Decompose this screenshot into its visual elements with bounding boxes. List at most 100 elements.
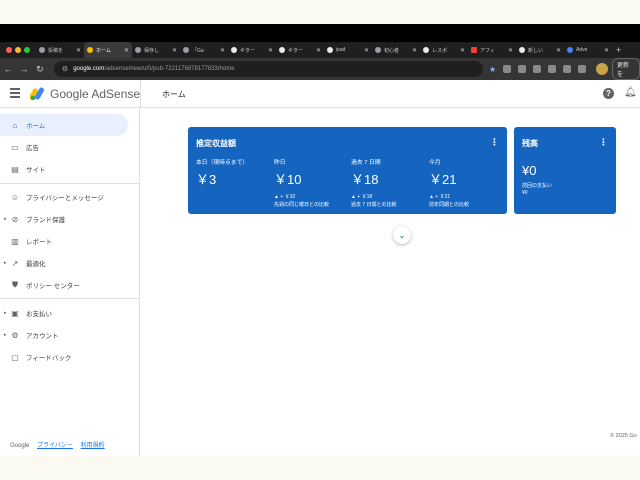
earnings-card-title: 推定収益額 xyxy=(196,139,236,148)
tab-close-icon[interactable]: ✕ xyxy=(604,47,609,54)
tab-close-icon[interactable]: ✕ xyxy=(172,47,177,54)
sidebar-item-sites[interactable]: ▤ サイト xyxy=(0,158,128,180)
new-tab-button[interactable]: + xyxy=(616,45,621,55)
window-controls xyxy=(6,47,36,53)
google-footer-text: Google xyxy=(10,443,30,449)
browser-tab[interactable]: 「Ga ✕ xyxy=(180,42,228,58)
metric-yesterday: 昨日 ￥10 ▲ + ￥10 先週の同じ曜日との比較 xyxy=(274,160,329,208)
minimize-window-button[interactable] xyxy=(15,47,21,53)
extension-icon[interactable] xyxy=(563,65,572,73)
balance-card: 残高 ⋮ ¥0 前回の支払い ¥0 xyxy=(514,127,616,214)
url-host: google.com xyxy=(73,66,105,72)
block-icon: ⊘ xyxy=(11,214,19,224)
tab-favicon-icon xyxy=(471,47,477,53)
address-bar[interactable]: ⚙ google.com/adsense/new/u/0/pub-7221176… xyxy=(53,61,483,77)
browser-toolbar: ← → ↻ ⚙ google.com/adsense/new/u/0/pub-7… xyxy=(0,58,640,80)
tab-favicon-icon xyxy=(87,47,93,53)
extension-icon[interactable] xyxy=(518,65,527,73)
site-info-icon[interactable]: ⚙ xyxy=(62,65,68,73)
sidebar-item-payments[interactable]: ▸ ▣ お支払い xyxy=(0,302,128,324)
browser-tab[interactable]: アフィ ✕ xyxy=(468,42,516,58)
metric-last-7-days: 過去 7 日間 ￥18 ▲ + ￥18 過去 7 日間との比較 xyxy=(351,160,397,208)
browser-tab[interactable]: ipad ✕ xyxy=(324,42,372,58)
sites-icon: ▤ xyxy=(11,164,19,174)
browser-tab[interactable]: 保存し ✕ xyxy=(132,42,180,58)
sidebar-item-ads[interactable]: ▭ 広告 xyxy=(0,136,128,158)
browser-tab-strip: 投稿を ✕ ホーム ✕ 保存し ✕ 「Ga ✕ ギター ✕ ギター ✕ ipad ✕ 初心者 ✕… xyxy=(0,42,640,58)
tab-favicon-icon xyxy=(567,47,573,53)
update-button[interactable]: 更新を xyxy=(612,58,640,80)
tab-close-icon[interactable]: ✕ xyxy=(76,47,81,54)
close-window-button[interactable] xyxy=(6,47,12,53)
bell-icon[interactable]: 🔔︎ xyxy=(624,87,637,98)
tab-close-icon[interactable]: ✕ xyxy=(412,47,417,54)
tab-favicon-icon xyxy=(39,47,45,53)
tab-close-icon[interactable]: ✕ xyxy=(220,47,225,54)
sidebar-divider xyxy=(0,183,140,184)
sidebar-item-account[interactable]: ▸ ⚙ アカウント xyxy=(0,324,128,346)
header-divider xyxy=(140,80,141,108)
app-header: Google AdSense ホーム ? 🔔︎ xyxy=(0,80,640,108)
reload-icon[interactable]: ↻ xyxy=(32,64,48,75)
sidebar-item-policy-center[interactable]: ⛊ ポリシー センター xyxy=(0,274,128,296)
hamburger-menu-icon[interactable] xyxy=(10,88,20,98)
sidebar-footer: Google プライバシー 利用規約 xyxy=(10,440,111,449)
browser-tab-active[interactable]: ホーム ✕ xyxy=(84,42,132,58)
adsense-logo-icon xyxy=(30,87,44,100)
browser-tab[interactable]: 初心者 ✕ xyxy=(372,42,420,58)
extensions-puzzle-icon[interactable] xyxy=(578,65,587,73)
bookmark-star-icon[interactable]: ★ xyxy=(489,65,496,74)
browser-tab[interactable]: 投稿を ✕ xyxy=(36,42,84,58)
url-path: /adsense/new/u/0/pub-7221176878177833/ho… xyxy=(104,66,235,72)
profile-avatar[interactable] xyxy=(596,63,609,75)
tab-favicon-icon xyxy=(183,47,189,53)
help-icon[interactable]: ? xyxy=(603,88,614,99)
browser-tab[interactable]: Adve ✕ xyxy=(564,42,612,58)
ads-icon: ▭ xyxy=(11,142,19,152)
tab-close-icon[interactable]: ✕ xyxy=(268,47,273,54)
extension-icon[interactable] xyxy=(533,65,542,73)
tab-close-icon[interactable]: ✕ xyxy=(316,47,321,54)
tab-close-icon[interactable]: ✕ xyxy=(460,47,465,54)
sidebar-item-optimization[interactable]: ▸ ↗ 最適化 xyxy=(0,252,128,274)
top-black-band xyxy=(0,24,640,42)
expand-caret-icon: ▸ xyxy=(4,310,7,316)
tab-close-icon[interactable]: ✕ xyxy=(556,47,561,54)
sidebar-item-reports[interactable]: ▥ レポート xyxy=(0,230,128,252)
sidebar-item-privacy[interactable]: ☺ プライバシーとメッセージ xyxy=(0,186,128,208)
balance-card-title: 残高 xyxy=(522,139,538,148)
brand-name[interactable]: Google AdSense xyxy=(50,87,140,101)
browser-tab[interactable]: 新しい ✕ xyxy=(516,42,564,58)
browser-tab[interactable]: ギター ✕ xyxy=(228,42,276,58)
browser-tab[interactable]: レスポ ✕ xyxy=(420,42,468,58)
metric-today: 本日（現時点まで） ￥3 xyxy=(196,160,249,187)
expand-caret-icon: ▸ xyxy=(4,260,7,266)
maximize-window-button[interactable] xyxy=(24,47,30,53)
privacy-link[interactable]: プライバシー xyxy=(37,443,73,449)
sidebar-item-brand-safety[interactable]: ▸ ⊘ ブランド保護 xyxy=(0,208,128,230)
privacy-icon: ☺ xyxy=(10,192,20,202)
copyright-text: © 2025 Go xyxy=(610,433,637,439)
more-vert-icon[interactable]: ⋮ xyxy=(490,137,499,148)
payments-icon: ▣ xyxy=(11,308,19,318)
estimated-earnings-card: 推定収益額 ⋮ 本日（現時点まで） ￥3 昨日 ￥10 ▲ + ￥10 先週の同… xyxy=(188,127,507,214)
trending-icon: ↗ xyxy=(11,258,19,268)
tab-close-icon[interactable]: ✕ xyxy=(364,47,369,54)
tab-favicon-icon xyxy=(135,47,141,53)
back-arrow-icon[interactable]: ← xyxy=(0,64,16,74)
extension-icon[interactable] xyxy=(548,65,557,73)
sidebar-item-home[interactable]: ⌂ ホーム xyxy=(0,114,128,136)
forward-arrow-icon[interactable]: → xyxy=(16,64,32,74)
tab-favicon-icon xyxy=(231,47,237,53)
tab-close-icon[interactable]: ✕ xyxy=(508,47,513,54)
terms-link[interactable]: 利用規約 xyxy=(81,443,105,449)
browser-tab[interactable]: ギター ✕ xyxy=(276,42,324,58)
tab-close-icon[interactable]: ✕ xyxy=(124,47,129,54)
extension-icon[interactable] xyxy=(503,65,512,73)
chevron-down-icon: ⌄ xyxy=(398,230,406,240)
more-vert-icon[interactable]: ⋮ xyxy=(599,137,608,148)
expand-more-button[interactable]: ⌄ xyxy=(393,226,411,244)
adsense-app: Google AdSense ホーム ? 🔔︎ ⌂ ホーム ▭ 広告 ▤ サイト ☺ プ… xyxy=(0,80,640,456)
policy-icon: ⛊ xyxy=(12,280,18,289)
sidebar-item-feedback[interactable]: ▢ フィードバック xyxy=(0,346,128,368)
